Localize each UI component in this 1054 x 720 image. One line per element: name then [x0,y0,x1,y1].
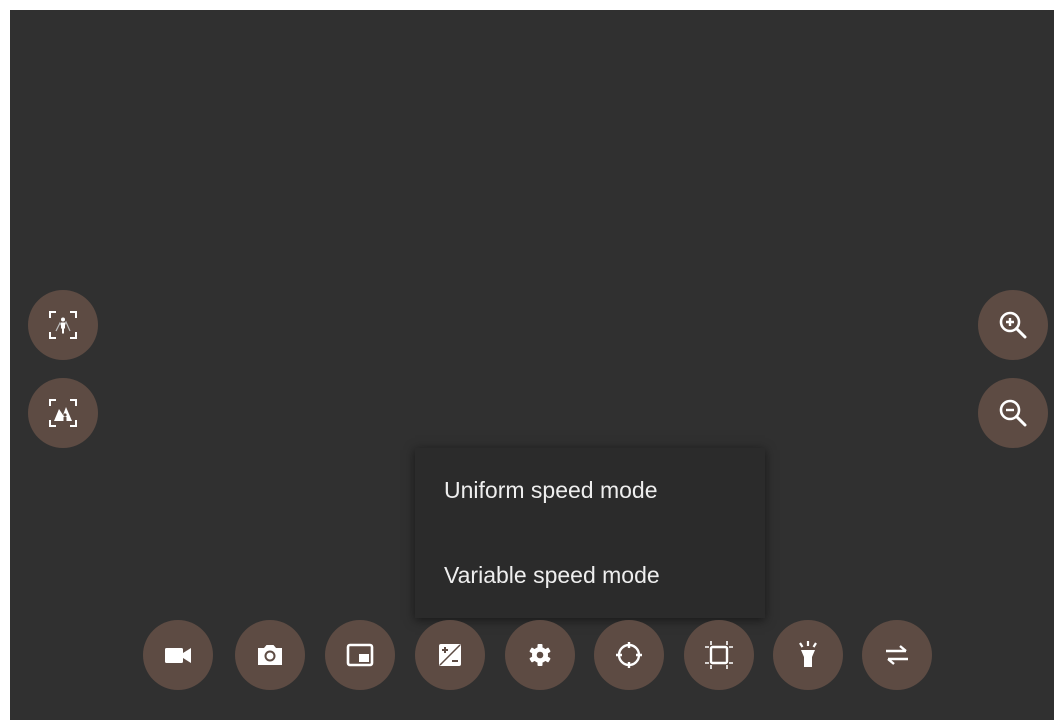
zoom-out-icon [999,399,1027,427]
flashlight-button[interactable] [773,620,843,690]
person-focus-button[interactable] [28,290,98,360]
crosshair-target-icon [616,642,642,668]
swap-arrows-icon [886,645,908,665]
exposure-button[interactable] [415,620,485,690]
menu-item-uniform-speed[interactable]: Uniform speed mode [415,448,765,533]
menu-item-label: Variable speed mode [444,562,660,588]
record-video-button[interactable] [143,620,213,690]
picture-in-picture-button[interactable] [325,620,395,690]
settings-button[interactable] [505,620,575,690]
take-photo-button[interactable] [235,620,305,690]
menu-item-label: Uniform speed mode [444,477,658,503]
scene-focus-button[interactable] [28,378,98,448]
speed-mode-menu: Uniform speed mode Variable speed mode [415,448,765,618]
picture-in-picture-icon [346,643,374,667]
video-camera-icon [165,648,191,663]
camera-icon [258,645,282,665]
switch-camera-button[interactable] [862,620,932,690]
focus-target-button[interactable] [594,620,664,690]
crop-frame-button[interactable] [684,620,754,690]
zoom-in-button[interactable] [978,290,1048,360]
exposure-icon [439,644,461,666]
menu-item-variable-speed[interactable]: Variable speed mode [415,533,765,618]
settings-gear-icon [529,644,551,666]
zoom-out-button[interactable] [978,378,1048,448]
scene-focus-icon [49,399,77,427]
flashlight-icon [799,641,817,667]
zoom-in-icon [999,311,1027,339]
person-focus-icon [49,311,77,339]
crop-frame-icon [705,641,733,669]
app-screen: Uniform speed mode Variable speed mode [0,0,1054,720]
